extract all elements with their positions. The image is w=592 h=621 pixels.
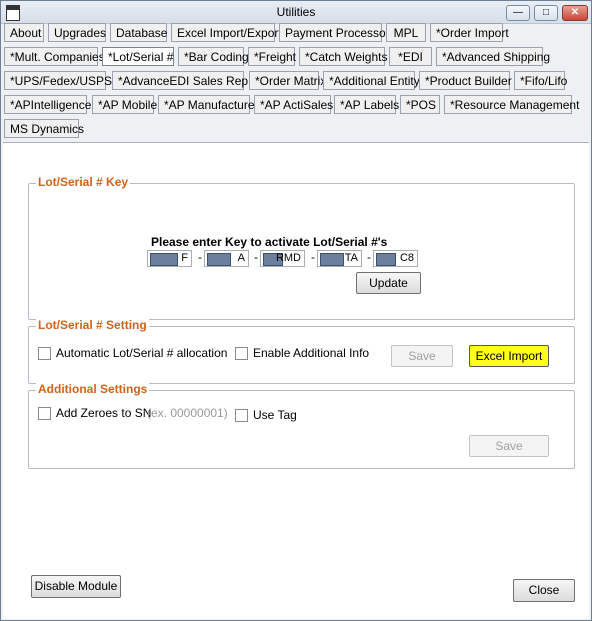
tab-catch-weights[interactable]: *Catch Weights xyxy=(299,47,387,66)
tab-ap-actisales[interactable]: *AP ActiSales xyxy=(254,95,333,114)
setting-save-button[interactable]: Save xyxy=(391,345,453,367)
key-separator: - xyxy=(367,250,371,264)
lot-serial-setting-group: Lot/Serial # Setting Automatic Lot/Seria… xyxy=(28,318,575,384)
tab-apintelligence[interactable]: *APIntelligence xyxy=(4,95,91,114)
key-field-2-text: A xyxy=(237,252,245,264)
use-tag-label: Use Tag xyxy=(253,408,297,422)
tab-additional-entity[interactable]: *Additional Entity xyxy=(323,71,420,90)
disable-module-button[interactable]: Disable Module xyxy=(31,575,121,598)
key-field-2[interactable]: A xyxy=(204,250,249,267)
add-zeroes-example: (ex. 00000001) xyxy=(147,406,228,420)
tab-strip: About Upgrades Database Excel Import/Exp… xyxy=(1,23,591,141)
tab-product-builder[interactable]: *Product Builder xyxy=(419,71,512,90)
lot-serial-key-group: Lot/Serial # Key Please enter Key to act… xyxy=(28,175,575,320)
tab-advanceedi-sales-rep[interactable]: *AdvanceEDI Sales Rep. xyxy=(112,71,251,90)
key-field-3[interactable]: RMD xyxy=(260,250,305,267)
tab-resource-management[interactable]: *Resource Management xyxy=(444,95,579,114)
minimize-button[interactable]: — xyxy=(506,5,530,21)
masked-value xyxy=(320,253,344,266)
use-tag-checkbox[interactable] xyxy=(235,409,248,422)
key-separator: - xyxy=(254,250,258,264)
tab-about[interactable]: About xyxy=(4,23,44,42)
auto-allocation-checkbox[interactable] xyxy=(38,347,51,360)
close-window-button[interactable]: ✕ xyxy=(562,5,588,21)
key-field-4[interactable]: TA xyxy=(317,250,362,267)
tab-ap-labels[interactable]: *AP Labels xyxy=(334,95,399,114)
key-field-4-text: TA xyxy=(344,252,358,264)
auto-allocation-label: Automatic Lot/Serial # allocation xyxy=(56,346,228,360)
group-title-setting: Lot/Serial # Setting xyxy=(36,318,149,332)
tab-payment-processor[interactable]: Payment Processor xyxy=(279,23,390,42)
tab-ap-mobile[interactable]: *AP Mobile xyxy=(92,95,157,114)
enable-info-checkbox[interactable] xyxy=(235,347,248,360)
utilities-window: Utilities — □ ✕ About Upgrades Database … xyxy=(0,0,592,621)
key-prompt: Please enter Key to activate Lot/Serial … xyxy=(151,235,388,249)
key-separator: - xyxy=(311,250,315,264)
key-field-5-text: C8 xyxy=(399,252,414,264)
excel-import-button[interactable]: Excel Import xyxy=(469,345,549,367)
tab-advanced-shipping[interactable]: *Advanced Shipping xyxy=(436,47,550,66)
title-bar: Utilities — □ ✕ xyxy=(1,1,591,24)
tab-bar-coding[interactable]: *Bar Coding xyxy=(178,47,249,66)
group-title-additional: Additional Settings xyxy=(36,382,150,396)
tab-edi[interactable]: *EDI xyxy=(389,47,432,66)
key-field-5[interactable]: C8 xyxy=(373,250,418,267)
add-zeroes-checkbox[interactable] xyxy=(38,407,51,420)
update-button[interactable]: Update xyxy=(356,272,421,294)
tab-database[interactable]: Database xyxy=(110,23,167,42)
tab-ap-manufacture[interactable]: *AP Manufacture xyxy=(158,95,255,114)
tab-ms-dynamics[interactable]: MS Dynamics xyxy=(4,119,84,138)
tab-content-lot-serial: Lot/Serial # Key Please enter Key to act… xyxy=(3,142,589,619)
tab-freight[interactable]: *Freight xyxy=(248,47,296,66)
enable-info-label: Enable Additional Info xyxy=(253,346,370,360)
window-title: Utilities xyxy=(276,5,316,19)
tab-upgrades[interactable]: Upgrades xyxy=(48,23,106,42)
tab-order-matrix[interactable]: *Order Matrix xyxy=(249,71,326,90)
key-separator: - xyxy=(198,250,202,264)
tab-mult-companies[interactable]: *Mult. Companies xyxy=(4,47,105,66)
tab-ups-fedex-usps[interactable]: *UPS/Fedex/USPS xyxy=(4,71,112,90)
key-field-3-text: RMD xyxy=(275,252,301,264)
group-title-key: Lot/Serial # Key xyxy=(36,175,131,189)
tab-mpl[interactable]: MPL xyxy=(386,23,426,42)
tab-excel-import-export[interactable]: Excel Import/Export xyxy=(171,23,282,42)
tab-order-import[interactable]: *Order Import xyxy=(430,23,509,42)
masked-value xyxy=(207,253,231,266)
key-field-1[interactable]: F xyxy=(147,250,192,267)
additional-save-button[interactable]: Save xyxy=(469,435,549,457)
tab-fifo-lifo[interactable]: *Fifo/Lifo xyxy=(514,71,567,90)
tab-pos[interactable]: *POS xyxy=(400,95,440,114)
additional-settings-group: Additional Settings Add Zeroes to SN (ex… xyxy=(28,382,575,469)
add-zeroes-label: Add Zeroes to SN xyxy=(56,406,152,420)
key-field-1-text: F xyxy=(181,252,188,264)
masked-value xyxy=(376,253,396,266)
tab-lot-serial[interactable]: *Lot/Serial # xyxy=(102,47,174,66)
masked-value xyxy=(150,253,178,266)
maximize-button[interactable]: □ xyxy=(534,5,558,21)
close-button[interactable]: Close xyxy=(513,579,575,602)
